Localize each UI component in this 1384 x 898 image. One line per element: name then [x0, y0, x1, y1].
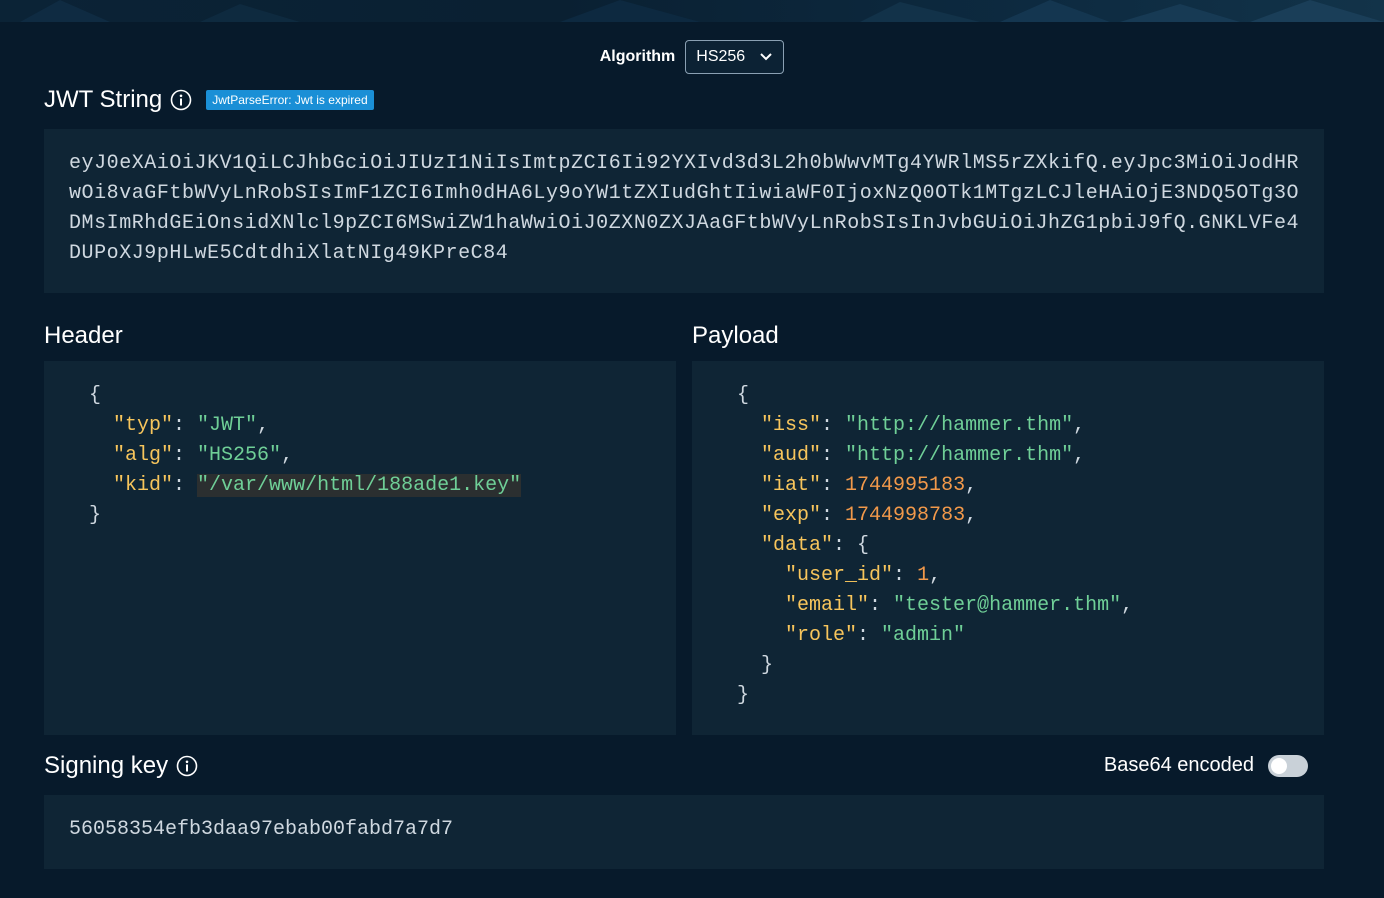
json-value: "HS256" — [197, 444, 282, 467]
json-key: "typ" — [113, 414, 174, 437]
header-title: Header — [44, 322, 123, 350]
info-icon[interactable] — [176, 755, 198, 777]
json-value: "admin" — [881, 624, 966, 647]
signing-key-title: Signing key — [44, 752, 169, 779]
json-value: 1744995183 — [845, 474, 966, 497]
json-value: "http://hammer.thm" — [845, 444, 1074, 467]
json-key: "user_id" — [785, 564, 894, 587]
base64-toggle-row: Base64 encoded — [1104, 754, 1308, 777]
jwt-string-title-row: JWT String JwtParseError: Jwt is expired — [44, 86, 374, 114]
jwt-string-panel[interactable]: eyJ0eXAiOiJKV1QiLCJhbGciOiJIUzI1NiIsImtp… — [44, 129, 1324, 293]
chevron-down-icon — [760, 53, 772, 61]
json-value: "tester@hammer.thm" — [893, 594, 1122, 617]
payload-panel[interactable]: { "iss": "http://hammer.thm", "aud": "ht… — [692, 361, 1324, 735]
jwt-string-title: JWT String — [44, 86, 163, 113]
info-icon[interactable] — [170, 89, 192, 111]
json-value: 1 — [917, 564, 930, 587]
json-brace: { — [89, 384, 102, 407]
base64-toggle[interactable] — [1268, 754, 1308, 777]
json-key: "data" — [761, 534, 834, 557]
json-key: "iat" — [761, 474, 822, 497]
base64-label: Base64 encoded — [1103, 754, 1254, 776]
header-json: { "typ": "JWT", "alg": "HS256", "kid": "… — [89, 384, 522, 527]
signing-key-input[interactable]: 56058354efb3daa97ebab00fabd7a7d7 — [44, 795, 1324, 845]
header-panel[interactable]: { "typ": "JWT", "alg": "HS256", "kid": "… — [44, 361, 676, 735]
algorithm-selected-value: HS256 — [696, 48, 746, 65]
toggle-knob — [1271, 757, 1287, 774]
algorithm-select[interactable]: HS256 — [685, 40, 785, 74]
json-key: "role" — [785, 624, 858, 647]
error-badge: JwtParseError: Jwt is expired — [206, 90, 374, 110]
json-brace: } — [761, 654, 774, 677]
signing-key-panel[interactable]: 56058354efb3daa97ebab00fabd7a7d7 — [44, 795, 1324, 869]
json-brace: } — [737, 684, 750, 707]
json-value-highlighted: "/var/www/html/188ade1.key" — [197, 474, 522, 497]
json-brace: { — [857, 534, 870, 557]
payload-title-text: Payload — [692, 322, 779, 349]
json-key: "kid" — [113, 474, 174, 497]
json-key: "exp" — [761, 504, 822, 527]
header-title-text: Header — [44, 322, 123, 349]
json-value: "http://hammer.thm" — [845, 414, 1074, 437]
json-brace: } — [89, 504, 102, 527]
jwt-token-text[interactable]: eyJ0eXAiOiJKV1QiLCJhbGciOiJIUzI1NiIsImtp… — [44, 129, 1324, 269]
signing-key-title-row: Signing key — [44, 752, 198, 780]
json-key: "aud" — [761, 444, 822, 467]
json-value: "JWT" — [197, 414, 258, 437]
payload-title: Payload — [692, 322, 779, 350]
json-key: "iss" — [761, 414, 822, 437]
json-key: "alg" — [113, 444, 174, 467]
json-value: 1744998783 — [845, 504, 966, 527]
payload-json: { "iss": "http://hammer.thm", "aud": "ht… — [737, 384, 1134, 707]
json-key: "email" — [785, 594, 870, 617]
json-brace: { — [737, 384, 750, 407]
top-decorative-band — [0, 0, 1384, 22]
algorithm-row: Algorithm HS256 — [0, 40, 1384, 74]
algorithm-label: Algorithm — [599, 48, 676, 65]
